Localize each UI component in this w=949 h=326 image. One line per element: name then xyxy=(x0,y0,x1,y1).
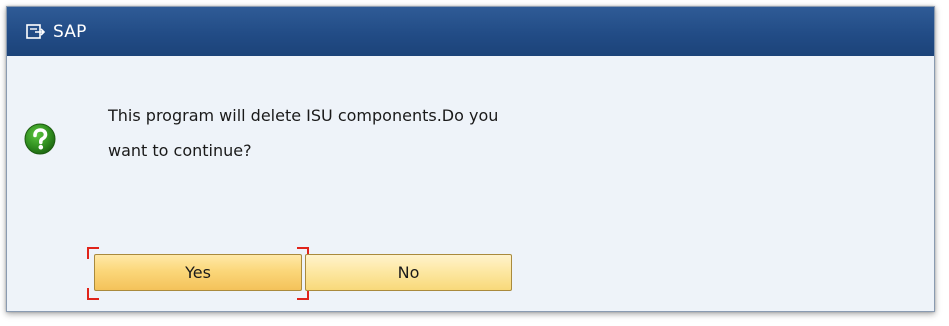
window-menu-icon[interactable] xyxy=(26,23,46,41)
no-button[interactable]: No xyxy=(305,254,512,291)
question-icon xyxy=(24,123,56,155)
dialog-title: SAP xyxy=(53,21,87,42)
message-line-1: This program will delete ISU components.… xyxy=(108,106,499,125)
yes-button[interactable]: Yes xyxy=(94,254,302,291)
confirmation-message: This program will delete ISU components.… xyxy=(108,98,668,168)
message-line-2: want to continue? xyxy=(108,141,252,160)
dialog-title-bar: SAP xyxy=(7,7,934,56)
no-button-label: No xyxy=(397,263,420,282)
dialog-content: This program will delete ISU components.… xyxy=(7,56,934,311)
yes-button-label: Yes xyxy=(185,263,211,282)
sap-confirmation-dialog: SAP This program will delete ISU compone… xyxy=(6,6,935,312)
